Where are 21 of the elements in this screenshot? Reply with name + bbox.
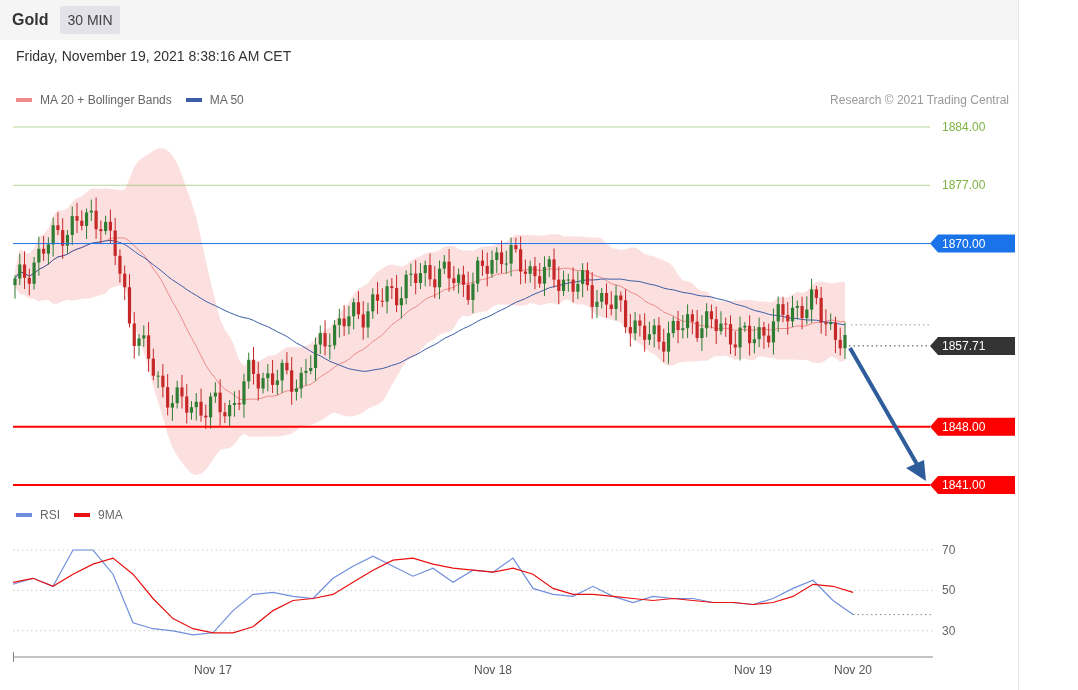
legend-label: 9MA — [98, 508, 123, 522]
x-tick-label: Nov 20 — [834, 663, 872, 677]
price-label: 1857.71 — [942, 338, 986, 353]
x-tick-label: Nov 17 — [194, 663, 232, 677]
y-tick-label: 50 — [942, 583, 956, 598]
x-tick-label: Nov 19 — [734, 663, 772, 677]
legend-label: MA 50 — [209, 93, 244, 107]
level-label: 1848.00 — [942, 419, 986, 434]
level-label: 1841.00 — [942, 478, 986, 492]
level-label: 1870.00 — [942, 236, 986, 251]
legend-label: MA 20 + Bollinger Bands — [40, 93, 172, 107]
instrument-title: Gold — [12, 11, 49, 29]
y-tick-label: 30 — [942, 623, 956, 638]
level-label: 1884.00 — [942, 120, 986, 134]
level-label: 1877.00 — [942, 178, 986, 193]
y-tick-label: 70 — [942, 543, 956, 557]
legend-label: RSI — [40, 508, 60, 522]
credit-text: Research © 2021 Trading Central — [830, 93, 1009, 107]
timeframe-badge: 30 MIN — [60, 6, 120, 34]
timestamp: Friday, November 19, 2021 8:38:16 AM CET — [15, 47, 293, 66]
x-tick-label: Nov 18 — [474, 663, 512, 677]
